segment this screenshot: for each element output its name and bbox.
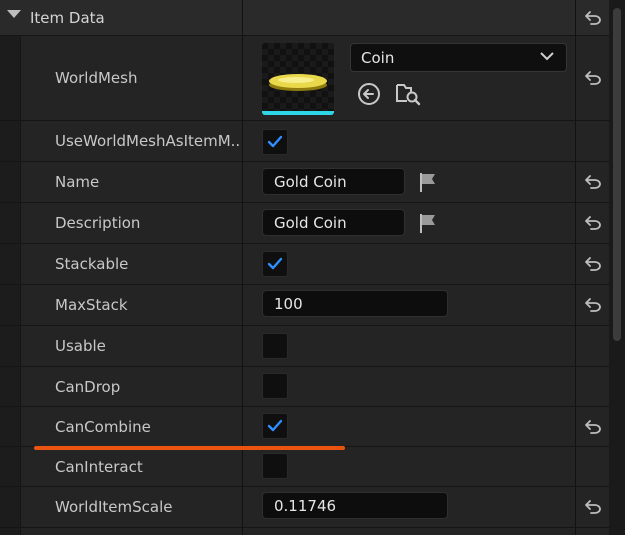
property-label: Usable (55, 337, 106, 355)
localization-flag-icon[interactable] (417, 212, 439, 234)
checkmark-icon (267, 419, 283, 432)
gold-coin-icon (269, 74, 327, 91)
chevron-down-icon (540, 52, 554, 61)
reset-to-default-icon[interactable] (576, 487, 609, 527)
property-row-caninteract: CanInteract (0, 447, 609, 487)
reset-column-divider (575, 0, 576, 535)
reset-to-default-icon[interactable] (576, 0, 609, 35)
column-splitter[interactable] (242, 0, 243, 535)
checkmark-icon (267, 257, 283, 270)
usable-checkbox[interactable] (262, 333, 288, 359)
section-header-item-data[interactable]: Item Data (0, 0, 609, 36)
section-title: Item Data (30, 8, 105, 27)
property-row-use-world-mesh: UseWorldMeshAsItemM... (0, 121, 609, 162)
property-row-name: Name Gold Coin (0, 162, 609, 203)
scrollbar-thumb[interactable] (613, 8, 621, 341)
caninteract-checkbox[interactable] (262, 453, 288, 479)
property-label: Stackable (55, 255, 129, 273)
property-row-candrop: CanDrop (0, 367, 609, 407)
highlight-underline (34, 446, 345, 450)
property-label: Description (55, 214, 141, 232)
property-label: WorldMesh (55, 69, 138, 87)
checkmark-icon (267, 135, 283, 148)
property-row-maxstack: MaxStack 100 (0, 285, 609, 326)
triangle-down-icon[interactable] (7, 10, 21, 18)
property-row-worlditemscale: WorldItemScale 0.11746 (0, 487, 609, 528)
browse-to-asset-icon[interactable] (395, 81, 421, 107)
property-label: CanCombine (55, 417, 151, 436)
mesh-asset-combobox[interactable]: Coin (350, 43, 567, 72)
localization-flag-icon[interactable] (417, 171, 439, 193)
candrop-checkbox[interactable] (262, 373, 288, 399)
reset-to-default-icon[interactable] (576, 285, 609, 325)
property-label: CanInteract (55, 457, 143, 476)
property-row-usable: Usable (0, 326, 609, 367)
reset-to-default-icon[interactable] (576, 203, 609, 243)
property-label: CanDrop (55, 377, 121, 396)
use-world-mesh-checkbox[interactable] (262, 129, 288, 155)
details-panel: Item Data WorldMesh Coin UseWorldMeshAsI… (0, 0, 625, 535)
reset-to-default-icon[interactable] (576, 162, 609, 202)
property-row-cancombine: CanCombine (0, 407, 609, 447)
property-row-partial (0, 528, 609, 535)
stackable-checkbox[interactable] (262, 251, 288, 277)
reset-to-default-icon[interactable] (576, 36, 609, 120)
property-label: UseWorldMeshAsItemM... (55, 132, 241, 150)
property-row-stackable: Stackable (0, 244, 609, 285)
description-text-field[interactable]: Gold Coin (262, 209, 405, 236)
mesh-asset-value: Coin (361, 48, 395, 67)
property-row-worldmesh: WorldMesh Coin (0, 36, 609, 121)
cancombine-checkbox[interactable] (262, 413, 288, 439)
property-label: MaxStack (55, 296, 128, 314)
property-label: WorldItemScale (55, 498, 173, 516)
reset-to-default-icon[interactable] (576, 407, 609, 446)
name-text-field[interactable]: Gold Coin (262, 168, 405, 195)
reset-to-default-icon[interactable] (576, 244, 609, 284)
mesh-thumbnail[interactable] (262, 43, 334, 115)
property-label: Name (55, 173, 100, 191)
use-selected-arrow-icon[interactable] (357, 82, 381, 106)
worlditemscale-number-field[interactable]: 0.11746 (262, 492, 448, 519)
maxstack-number-field[interactable]: 100 (262, 290, 448, 317)
property-row-description: Description Gold Coin (0, 203, 609, 244)
